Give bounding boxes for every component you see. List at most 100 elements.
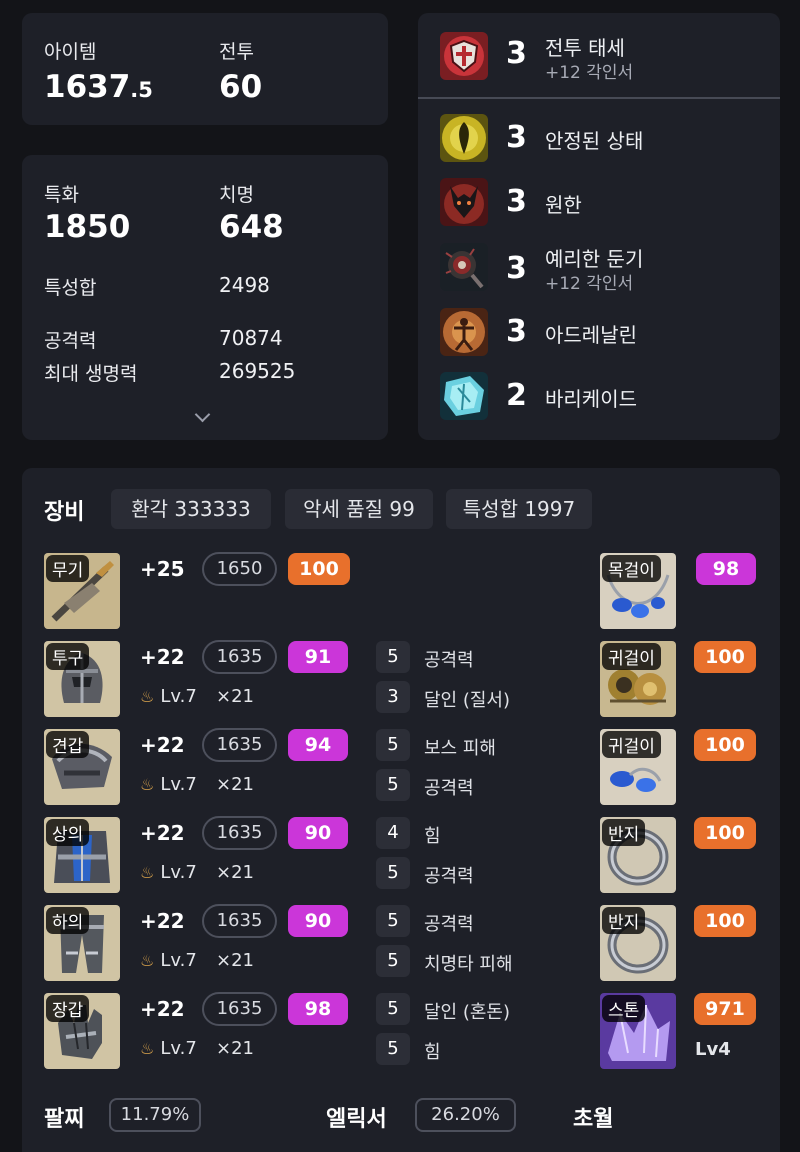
earring-slot[interactable]: 귀걸이 bbox=[600, 641, 676, 717]
engraving-name: 안정된 상태 bbox=[545, 129, 644, 153]
engraving-divider bbox=[418, 97, 780, 99]
ring-slot[interactable]: 반지 bbox=[600, 905, 676, 981]
enhance-level: +22 bbox=[140, 821, 185, 845]
flame-icon: ♨ bbox=[140, 863, 155, 882]
engraving-book: +12 각인서 bbox=[545, 274, 634, 294]
spec-label: 특화 bbox=[44, 184, 79, 206]
effect-count: 5 bbox=[376, 993, 410, 1025]
stone-slot[interactable]: 스톤 bbox=[600, 993, 676, 1069]
effect-name: 힘 bbox=[424, 1042, 441, 1063]
attack-label: 공격력 bbox=[44, 330, 97, 352]
engraving-row[interactable]: 3 아드레날린 bbox=[440, 308, 770, 358]
effect-name: 공격력 bbox=[424, 778, 474, 799]
effect-count: 5 bbox=[376, 905, 410, 937]
quality-badge: 100 bbox=[288, 553, 350, 585]
item-level-pill: 1635 bbox=[202, 904, 277, 938]
engraving-row[interactable]: 3 전투 태세 +12 각인서 bbox=[440, 32, 770, 83]
pants-slot[interactable]: 하의 bbox=[44, 905, 120, 981]
quality-badge: 98 bbox=[288, 993, 348, 1025]
item-level-pill: 1635 bbox=[202, 640, 277, 674]
effect-count: 5 bbox=[376, 945, 410, 977]
transcend-multiplier: ×21 bbox=[216, 950, 254, 971]
engraving-level: 3 bbox=[506, 251, 527, 286]
quality-badge: 90 bbox=[288, 817, 348, 849]
transcend-multiplier: ×21 bbox=[216, 862, 254, 883]
adrenaline-engraving-icon bbox=[440, 308, 488, 356]
engraving-level: 3 bbox=[506, 184, 527, 219]
ring-slot[interactable]: 반지 bbox=[600, 817, 676, 893]
slot-label: 장갑 bbox=[46, 995, 90, 1022]
elixir-value[interactable]: 26.20% bbox=[415, 1098, 516, 1132]
flame-icon: ♨ bbox=[140, 951, 155, 970]
enhance-level: +22 bbox=[140, 645, 185, 669]
effect-name: 공격력 bbox=[424, 914, 474, 935]
max-hp-value: 269525 bbox=[219, 359, 296, 383]
flame-icon: ♨ bbox=[140, 1039, 155, 1058]
effect-name: 공격력 bbox=[424, 866, 474, 887]
enhance-level: +22 bbox=[140, 733, 185, 757]
flame-icon: ♨ bbox=[140, 775, 155, 794]
slot-label: 무기 bbox=[46, 555, 90, 582]
flame-icon: ♨ bbox=[140, 687, 155, 706]
quality-badge: 98 bbox=[696, 553, 756, 585]
effect-count: 5 bbox=[376, 857, 410, 889]
attack-value: 70874 bbox=[219, 326, 283, 350]
item-level-pill: 1650 bbox=[202, 552, 277, 586]
slot-label: 상의 bbox=[46, 819, 90, 846]
transcend-multiplier: ×21 bbox=[216, 774, 254, 795]
transcend-level: ♨ Lv.7 bbox=[140, 1038, 197, 1059]
necklace-slot[interactable]: 목걸이 bbox=[600, 553, 676, 629]
spec-value: 1850 bbox=[44, 209, 131, 245]
crit-label: 치명 bbox=[219, 184, 254, 206]
effect-name: 힘 bbox=[424, 826, 441, 847]
equipment-title: 장비 bbox=[44, 500, 85, 525]
engraving-name: 원한 bbox=[545, 193, 582, 217]
slot-label: 스톤 bbox=[602, 995, 646, 1022]
quality-badge: 100 bbox=[694, 817, 756, 849]
item-level-label: 아이템 bbox=[44, 41, 97, 63]
combat-stats-card[interactable]: 특화 1850 치명 648 특성합 2498 공격력 70874 최대 생명력… bbox=[22, 155, 388, 440]
engraving-level: 2 bbox=[506, 378, 527, 413]
engraving-row[interactable]: 2 바리케이드 bbox=[440, 372, 770, 422]
effect-count: 3 bbox=[376, 681, 410, 713]
effect-name: 달인 (혼돈) bbox=[424, 1002, 511, 1023]
grudge-engraving-icon bbox=[440, 178, 488, 226]
effect-count: 5 bbox=[376, 641, 410, 673]
elixir-chip: 환각 333333 bbox=[111, 489, 271, 529]
slot-label: 반지 bbox=[602, 907, 646, 934]
effect-name: 공격력 bbox=[424, 650, 474, 671]
bracelet-value[interactable]: 11.79% bbox=[109, 1098, 201, 1132]
quality-badge: 90 bbox=[288, 905, 348, 937]
transcend-label: 초월 bbox=[573, 1107, 614, 1132]
weapon-slot[interactable]: 무기 bbox=[44, 553, 120, 629]
quality-badge: 94 bbox=[288, 729, 348, 761]
chest-slot[interactable]: 상의 bbox=[44, 817, 120, 893]
gloves-slot[interactable]: 장갑 bbox=[44, 993, 120, 1069]
engraving-row[interactable]: 3 안정된 상태 bbox=[440, 114, 770, 164]
combat-level-value: 60 bbox=[219, 69, 263, 105]
engraving-row[interactable]: 3 예리한 둔기 +12 각인서 bbox=[440, 243, 770, 294]
quality-badge: 91 bbox=[288, 641, 348, 673]
engraving-name: 바리케이드 bbox=[545, 387, 637, 411]
max-hp-label: 최대 생명력 bbox=[44, 363, 138, 385]
engraving-book: +12 각인서 bbox=[545, 63, 634, 83]
bracelet-label: 팔찌 bbox=[44, 1107, 85, 1132]
stat-sum-value: 2498 bbox=[219, 273, 270, 297]
accessory-stat-sum-chip: 특성합 1997 bbox=[446, 489, 592, 529]
slot-label: 하의 bbox=[46, 907, 90, 934]
shield-engraving-icon bbox=[440, 32, 488, 80]
engraving-row[interactable]: 3 원한 bbox=[440, 178, 770, 228]
engraving-name: 전투 태세 bbox=[545, 36, 625, 60]
engraving-level: 3 bbox=[506, 36, 527, 71]
elixir-label: 엘릭서 bbox=[326, 1107, 387, 1132]
quality-badge: 971 bbox=[694, 993, 756, 1025]
transcend-level: ♨ Lv.7 bbox=[140, 774, 197, 795]
helmet-slot[interactable]: 투구 bbox=[44, 641, 120, 717]
earring-slot[interactable]: 귀걸이 bbox=[600, 729, 676, 805]
barricade-engraving-icon bbox=[440, 372, 488, 420]
enhance-level: +25 bbox=[140, 557, 185, 581]
slot-label: 목걸이 bbox=[602, 555, 661, 582]
slot-label: 견갑 bbox=[46, 731, 90, 758]
shoulder-slot[interactable]: 견갑 bbox=[44, 729, 120, 805]
transcend-multiplier: ×21 bbox=[216, 686, 254, 707]
